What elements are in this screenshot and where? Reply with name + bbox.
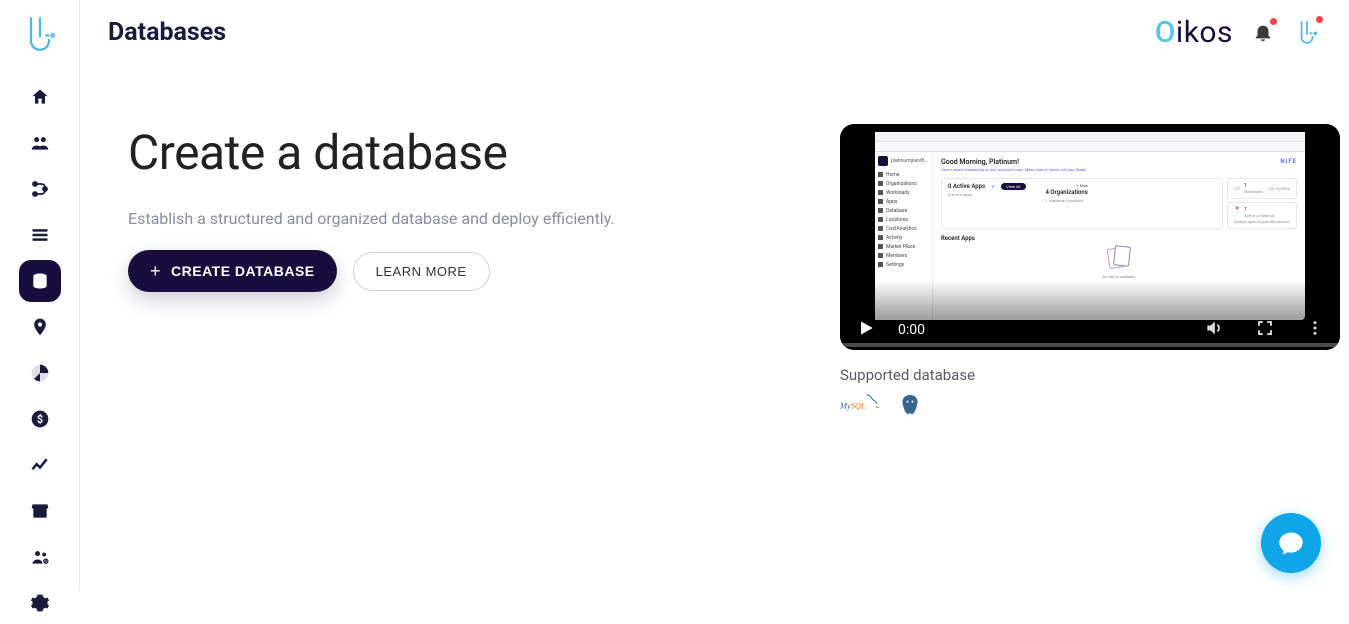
account-badge xyxy=(1316,16,1323,23)
intro-video[interactable]: platinumplanth... Home Organizations Wor… xyxy=(840,124,1340,350)
video-fullscreen-button[interactable] xyxy=(1256,319,1274,341)
sidebar-item-home[interactable] xyxy=(19,76,61,118)
preview-orgs: 4 Organizations xyxy=(1046,189,1088,196)
svg-text:MySQL: MySQL xyxy=(840,402,866,411)
notifications-icon[interactable] xyxy=(1251,20,1275,44)
video-play-button[interactable] xyxy=(856,318,876,342)
sidebar-item-members[interactable] xyxy=(19,536,61,578)
header: Databases Oikos xyxy=(80,0,1349,64)
chat-support-button[interactable] xyxy=(1261,513,1321,573)
notifications-badge xyxy=(1270,18,1277,25)
sidebar-item-locations[interactable] xyxy=(19,306,61,348)
sidebar-item-apps[interactable] xyxy=(19,214,61,256)
hero-subtitle: Establish a structured and organized dat… xyxy=(128,209,800,228)
create-database-label: CREATE DATABASE xyxy=(171,263,315,279)
create-database-button[interactable]: + CREATE DATABASE xyxy=(128,250,337,292)
preview-user: platinumplanth... xyxy=(891,158,928,164)
preview-new-label: + New xyxy=(1077,183,1088,188)
preview-active-apps: 0 Active Apps xyxy=(948,183,985,190)
video-preview-dashboard: platinumplanth... Home Organizations Wor… xyxy=(875,132,1305,320)
learn-more-button[interactable]: LEARN MORE xyxy=(353,252,490,291)
sidebar-item-databases[interactable] xyxy=(19,260,61,302)
supported-database-label: Supported database xyxy=(840,366,1340,384)
brand-label[interactable]: Oikos xyxy=(1155,15,1233,50)
sidebar-item-billing[interactable]: $ xyxy=(19,398,61,440)
video-progress-bar[interactable] xyxy=(840,343,1340,347)
preview-view-all: View All xyxy=(1001,183,1025,190)
preview-brand: NIFE xyxy=(1280,158,1297,165)
sidebar-item-marketplace[interactable] xyxy=(19,490,61,532)
preview-greeting: Good Morning, Platinum! xyxy=(941,158,1297,166)
preview-orgs-sub: 1 Available Locations xyxy=(1046,198,1088,203)
app-logo[interactable] xyxy=(22,12,58,52)
brand-first-letter: O xyxy=(1155,15,1176,50)
hero-title: Create a database xyxy=(128,124,800,181)
video-volume-button[interactable] xyxy=(1204,318,1224,342)
sidebar: $ xyxy=(0,0,80,591)
page-title: Databases xyxy=(108,18,226,47)
svg-text:$: $ xyxy=(36,413,42,426)
mysql-logo-icon: MySQL xyxy=(840,392,886,417)
brand-rest: ikos xyxy=(1176,15,1233,50)
video-more-button[interactable] xyxy=(1306,319,1324,341)
plus-icon: + xyxy=(150,262,161,280)
sidebar-item-organizations[interactable] xyxy=(19,122,61,164)
sidebar-item-workloads[interactable] xyxy=(19,168,61,210)
postgresql-logo-icon xyxy=(900,394,920,416)
learn-more-label: LEARN MORE xyxy=(376,264,467,279)
preview-no-items: No items available xyxy=(941,274,1297,279)
sidebar-item-activity[interactable] xyxy=(19,444,61,486)
preview-subtext: Here's what's happening in your account … xyxy=(941,167,1297,172)
preview-active-apps-sub: 0 active Apps xyxy=(948,192,1026,197)
account-icon[interactable] xyxy=(1293,18,1321,46)
sidebar-item-cost-analytics[interactable] xyxy=(19,352,61,394)
main-content: Create a database Establish a structured… xyxy=(80,64,1349,591)
video-time: 0:00 xyxy=(898,322,925,338)
sidebar-item-settings[interactable] xyxy=(19,582,61,624)
preview-recent-apps: Recent Apps xyxy=(941,235,1297,242)
